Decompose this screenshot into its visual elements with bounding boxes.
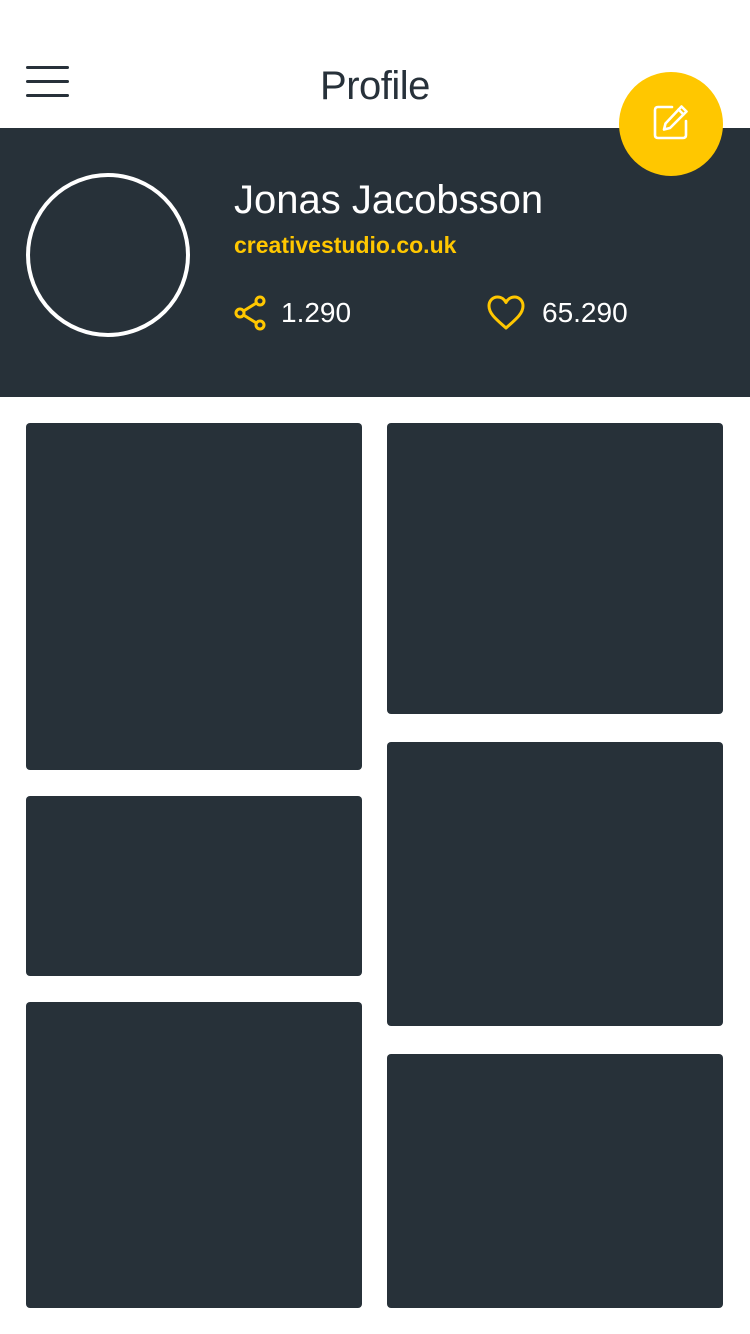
gallery-tile[interactable] <box>26 1002 362 1308</box>
shares-count: 1.290 <box>281 297 352 328</box>
avatar[interactable] <box>26 173 190 337</box>
gallery-tile[interactable] <box>387 423 723 714</box>
share-icon <box>233 295 269 331</box>
gallery-tile[interactable] <box>387 742 723 1026</box>
gallery-tile[interactable] <box>387 1054 723 1308</box>
heart-icon <box>487 295 525 331</box>
likes-stat[interactable]: 65.290 <box>487 293 628 333</box>
shares-stat[interactable]: 1.290 <box>233 293 351 333</box>
edit-profile-button[interactable] <box>619 72 723 176</box>
user-website-link[interactable]: creativestudio.co.uk <box>234 232 456 259</box>
likes-count: 65.290 <box>542 297 628 328</box>
gallery-tile[interactable] <box>26 423 362 770</box>
profile-screen: Profile Jonas Jacobsson creativestudio.c… <box>0 0 750 1334</box>
profile-header: Jonas Jacobsson creativestudio.co.uk 1.2… <box>0 128 750 397</box>
gallery-tile[interactable] <box>26 796 362 976</box>
edit-icon <box>652 103 690 146</box>
user-name: Jonas Jacobsson <box>234 178 544 222</box>
